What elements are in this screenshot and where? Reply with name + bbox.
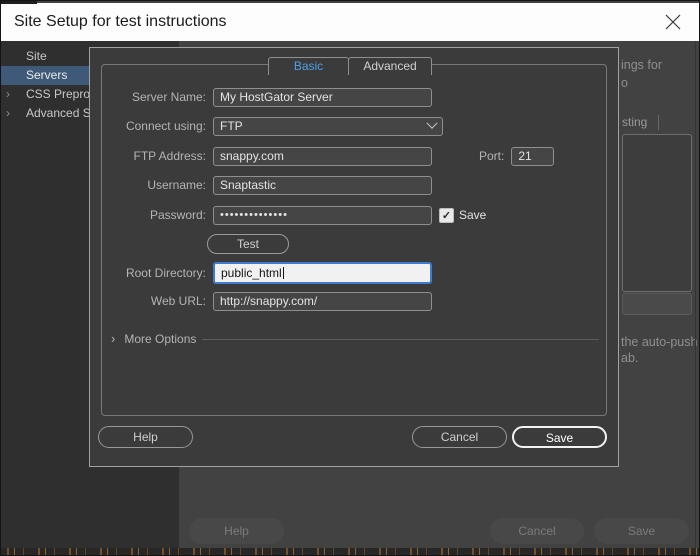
server-name-input[interactable]: My HostGator Server bbox=[213, 87, 432, 107]
chevron-down-icon bbox=[426, 117, 438, 129]
sidebar-item-label: Servers bbox=[26, 68, 68, 82]
code-editor-strip bbox=[1, 548, 699, 555]
save-password-checkbox[interactable]: ✓ bbox=[439, 207, 454, 223]
tab-basic[interactable]: Basic bbox=[268, 57, 349, 75]
title-bar: Site Setup for test instructions bbox=[1, 3, 699, 41]
connect-using-value: FTP bbox=[220, 119, 243, 133]
background-help-button[interactable]: Help bbox=[189, 518, 284, 544]
background-cancel-button[interactable]: Cancel bbox=[490, 518, 584, 544]
web-url-label: Web URL: bbox=[150, 294, 206, 308]
chevron-right-icon: › bbox=[111, 331, 116, 346]
save-button[interactable]: Save bbox=[512, 426, 607, 448]
password-label: Password: bbox=[149, 208, 206, 222]
connect-using-select[interactable]: FTP bbox=[213, 116, 443, 136]
screen-corner-fragment bbox=[1, 1, 37, 4]
ftp-address-input[interactable]: snappy.com bbox=[213, 146, 432, 166]
web-url-input[interactable]: http://snappy.com/ bbox=[213, 291, 432, 311]
root-directory-value: public_html bbox=[221, 266, 282, 280]
server-list-toolbar bbox=[622, 293, 692, 315]
test-button[interactable]: Test bbox=[207, 234, 289, 254]
chevron-right-icon: › bbox=[6, 106, 10, 120]
close-icon[interactable] bbox=[665, 14, 681, 30]
cancel-button[interactable]: Cancel bbox=[412, 426, 507, 448]
password-value: •••••••••••••• bbox=[220, 209, 288, 221]
port-input[interactable]: 21 bbox=[511, 146, 555, 166]
password-input[interactable]: •••••••••••••• bbox=[213, 205, 432, 225]
window-title: Site Setup for test instructions bbox=[14, 13, 227, 30]
window-right-edge bbox=[695, 41, 696, 548]
server-settings-dialog: Basic Advanced Server Name: My HostGator… bbox=[89, 47, 619, 467]
root-directory-label: Root Directory: bbox=[125, 266, 206, 280]
sidebar-item-label: Site bbox=[26, 49, 47, 63]
sidebar-item-label: CSS Prepro bbox=[26, 87, 91, 101]
username-label: Username: bbox=[147, 178, 206, 192]
server-name-label: Server Name: bbox=[131, 90, 206, 104]
more-options-label: More Options bbox=[124, 331, 197, 346]
background-save-button[interactable]: Save bbox=[594, 518, 689, 544]
text-cursor bbox=[282, 267, 284, 279]
clipped-description-text: o bbox=[621, 76, 628, 90]
ftp-address-value: snappy.com bbox=[220, 149, 284, 163]
port-value: 21 bbox=[518, 149, 532, 163]
save-password-label: Save bbox=[459, 208, 487, 222]
site-setup-window: Site Setup for test instructions Site Se… bbox=[0, 0, 700, 556]
tab-advanced[interactable]: Advanced bbox=[348, 57, 432, 75]
more-options-divider bbox=[202, 339, 599, 340]
column-divider bbox=[658, 115, 659, 130]
username-value: Snaptastic bbox=[220, 178, 277, 192]
more-options-toggle[interactable]: › More Options bbox=[111, 331, 196, 346]
clipped-note-text: the auto-push bbox=[621, 335, 698, 349]
port-label: Port: bbox=[479, 149, 505, 163]
basic-settings-panel: Server Name: My HostGator Server Connect… bbox=[101, 64, 607, 416]
web-url-value: http://snappy.com/ bbox=[220, 294, 318, 308]
connect-using-label: Connect using: bbox=[125, 119, 206, 133]
username-input[interactable]: Snaptastic bbox=[213, 175, 432, 195]
clipped-description-text: ings for bbox=[621, 58, 662, 72]
checkmark-icon: ✓ bbox=[441, 209, 452, 222]
server-list-box bbox=[622, 134, 692, 292]
root-directory-input[interactable]: public_html bbox=[213, 262, 432, 284]
ftp-address-label: FTP Address: bbox=[133, 149, 206, 163]
chevron-right-icon: › bbox=[6, 87, 10, 101]
sidebar-item-label: Advanced S bbox=[26, 106, 91, 120]
server-name-value: My HostGator Server bbox=[220, 90, 333, 104]
clipped-column-header: sting bbox=[622, 115, 648, 129]
clipped-note-text: ab. bbox=[621, 351, 639, 365]
help-button[interactable]: Help bbox=[98, 426, 193, 448]
